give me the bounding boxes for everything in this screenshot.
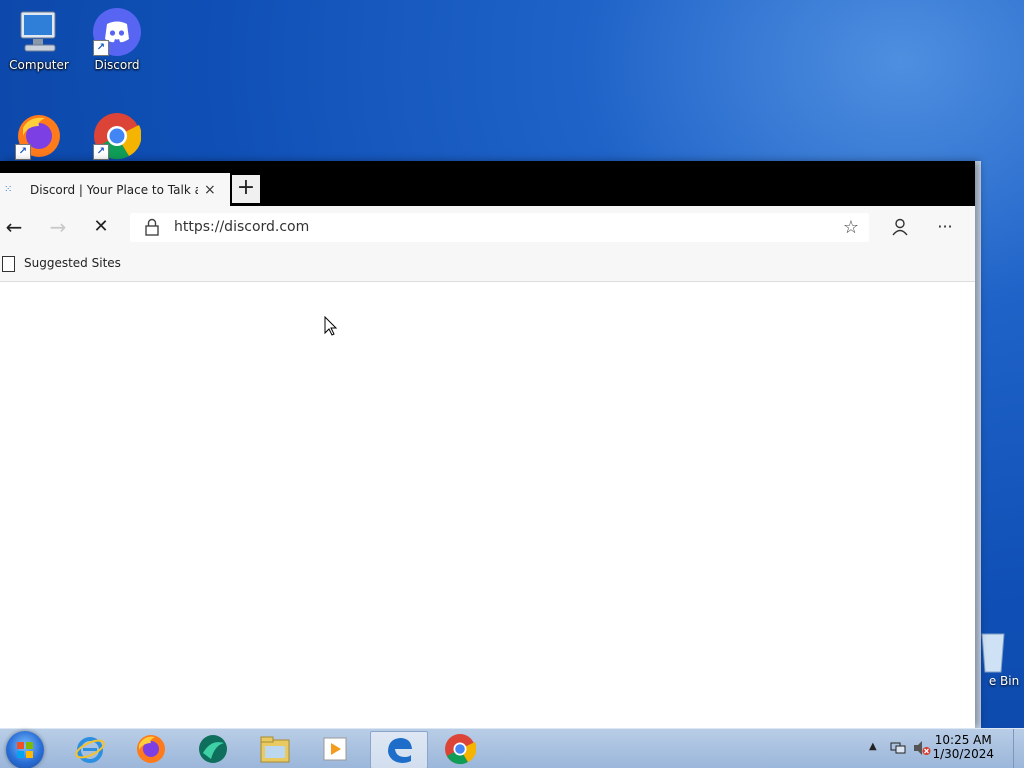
- taskbar-file-explorer[interactable]: [247, 731, 303, 767]
- desktop-icon-chrome[interactable]: ↗: [79, 112, 155, 162]
- firefox-icon: ↗: [15, 112, 63, 160]
- taskbar-edge[interactable]: [370, 731, 428, 768]
- close-icon: ✕: [93, 216, 109, 237]
- taskbar-app-teal[interactable]: [185, 731, 241, 767]
- favorite-suggested-sites[interactable]: Suggested Sites: [24, 256, 121, 270]
- more-menu-button[interactable]: ···: [932, 214, 958, 240]
- show-desktop-button[interactable]: [1013, 729, 1024, 768]
- taskbar-chrome[interactable]: [432, 731, 488, 767]
- arrow-left-icon: ←: [5, 215, 23, 239]
- tab-discord[interactable]: ⁙ Discord | Your Place to Talk and ×: [0, 173, 230, 206]
- tab-title: Discord | Your Place to Talk and: [30, 182, 198, 197]
- navigation-toolbar: ← → ✕ https://discord.com ☆ ···: [0, 206, 975, 247]
- desktop-icon-firefox[interactable]: ↗: [1, 112, 77, 162]
- recycle-bin-icon: [980, 630, 1006, 674]
- stop-loading-button[interactable]: ✕: [88, 214, 114, 240]
- clock-time: 10:25 AM: [934, 733, 992, 747]
- person-icon: [892, 218, 908, 236]
- mouse-cursor-icon: [324, 315, 338, 340]
- desktop-icon-label: Computer: [9, 58, 69, 72]
- firefox-icon: [137, 735, 165, 763]
- teal-app-icon: [199, 735, 227, 763]
- desktop-icon-label: e Bin: [988, 674, 1020, 688]
- clock-date: 1/30/2024: [932, 747, 994, 761]
- page-content: [0, 282, 975, 728]
- address-url[interactable]: https://discord.com: [174, 219, 309, 235]
- address-bar[interactable]: https://discord.com ☆: [130, 213, 869, 242]
- taskbar: ▲ 10:25 AM 1/30/2024: [0, 728, 1024, 768]
- new-tab-button[interactable]: +: [232, 175, 260, 203]
- taskbar-media-player[interactable]: [308, 731, 364, 767]
- profile-button[interactable]: [887, 214, 913, 240]
- taskbar-internet-explorer[interactable]: [62, 731, 118, 767]
- taskbar-firefox[interactable]: [123, 731, 179, 767]
- loading-spinner-icon: ⁙: [4, 184, 13, 195]
- forward-button[interactable]: →: [45, 214, 71, 240]
- clock[interactable]: 10:25 AM 1/30/2024: [932, 733, 994, 761]
- shortcut-arrow-icon: ↗: [93, 40, 109, 56]
- tray-overflow-icon[interactable]: ▲: [869, 741, 877, 752]
- volume-muted-icon[interactable]: [913, 740, 931, 760]
- browser-window: ⁙ Discord | Your Place to Talk and × + ←…: [0, 161, 975, 728]
- media-player-icon: [323, 737, 347, 761]
- favorite-star-icon[interactable]: ☆: [843, 217, 859, 238]
- edge-icon: [388, 738, 412, 763]
- tab-close-icon[interactable]: ×: [204, 182, 216, 198]
- favorites-bar: Suggested Sites: [0, 247, 975, 282]
- discord-icon: ↗: [93, 8, 141, 56]
- computer-icon: [15, 8, 63, 56]
- page-icon: [2, 256, 15, 272]
- windows-logo-icon: [17, 742, 33, 758]
- desktop-icon-label: Discord: [94, 58, 140, 72]
- chrome-icon: [445, 734, 476, 765]
- lock-icon: [144, 218, 160, 236]
- window-edge: [975, 161, 981, 728]
- shortcut-arrow-icon: ↗: [93, 144, 109, 160]
- more-dots-icon: ···: [937, 217, 953, 236]
- shortcut-arrow-icon: ↗: [15, 144, 31, 160]
- arrow-right-icon: →: [49, 215, 67, 239]
- title-bar: ⁙ Discord | Your Place to Talk and × +: [0, 161, 975, 206]
- desktop-icon-discord[interactable]: ↗ Discord: [79, 8, 155, 72]
- folder-icon: [260, 736, 290, 763]
- back-button[interactable]: ←: [1, 214, 27, 240]
- desktop-icon-computer[interactable]: Computer: [1, 8, 77, 72]
- internet-explorer-icon: [75, 737, 105, 763]
- chrome-icon: ↗: [93, 112, 142, 160]
- start-button[interactable]: [6, 731, 44, 768]
- network-icon[interactable]: [890, 740, 906, 760]
